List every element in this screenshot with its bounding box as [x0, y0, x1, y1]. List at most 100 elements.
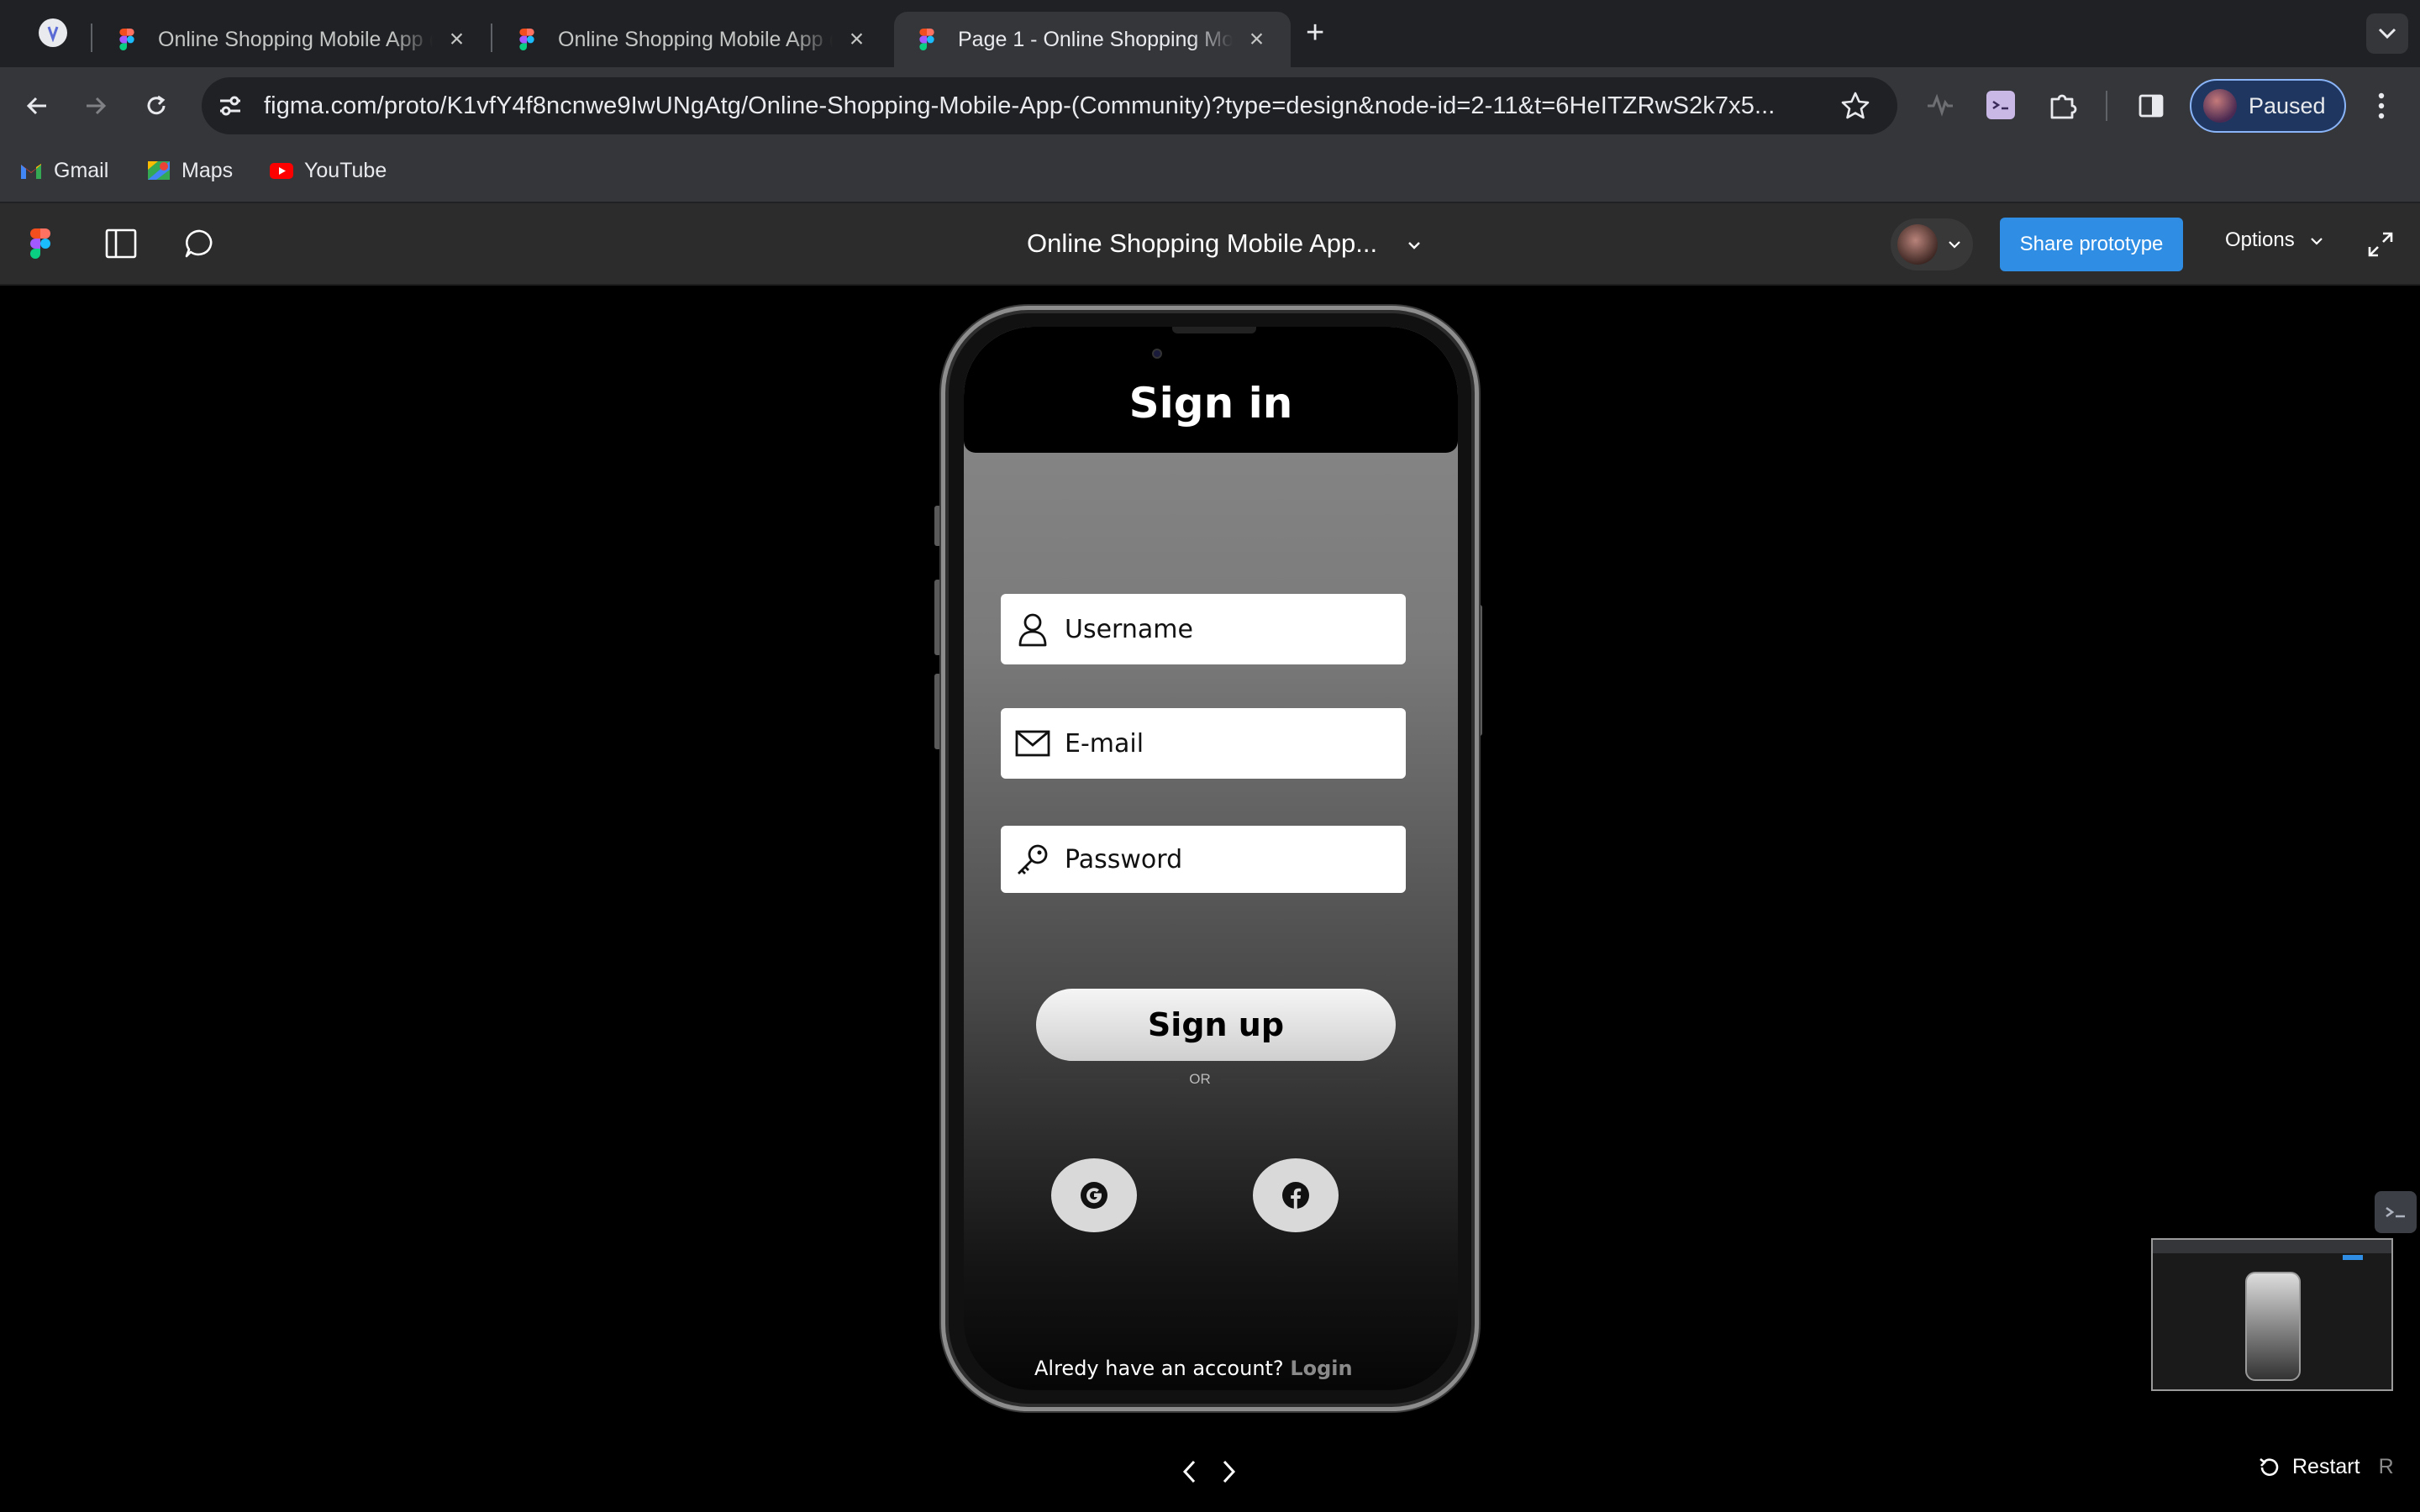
extensions-puzzle-icon[interactable] — [2047, 89, 2079, 125]
bookmark-gmail[interactable]: Gmail — [18, 158, 108, 183]
devtools-toggle-icon[interactable] — [2375, 1191, 2417, 1233]
preview-browser-chrome — [2153, 1240, 2391, 1253]
file-title-menu[interactable]: Online Shopping Mobile App... — [1027, 228, 1422, 259]
password-placeholder: Password — [1065, 844, 1183, 874]
tab-search-button[interactable] — [2366, 13, 2408, 54]
address-bar[interactable]: figma.com/proto/K1vfY4f8ncnwe9IwUNgAtg/O… — [202, 77, 1897, 134]
chevron-down-icon — [1949, 241, 1960, 249]
divider-line — [1221, 1079, 1381, 1080]
bookmark-label: Gmail — [54, 158, 109, 182]
forward-button[interactable] — [74, 84, 118, 128]
key-icon — [1014, 841, 1051, 878]
account-prompt-text: Alredy have an account? — [1034, 1357, 1284, 1380]
bookmark-maps[interactable]: Maps — [146, 158, 233, 183]
login-link[interactable]: Login — [1290, 1357, 1352, 1380]
arrow-right-icon — [87, 97, 107, 115]
user-icon — [1014, 611, 1051, 648]
extension-devtools-icon[interactable] — [1986, 91, 2015, 119]
comment-icon[interactable] — [183, 227, 217, 265]
options-label: Options — [2225, 228, 2295, 251]
page-title: Sign in — [1128, 379, 1293, 428]
gmail-icon — [18, 158, 44, 183]
tab-close-icon[interactable]: × — [445, 25, 469, 54]
email-placeholder: E-mail — [1065, 728, 1144, 759]
or-divider: OR — [1019, 1071, 1381, 1088]
preview-phone — [2245, 1272, 2301, 1381]
back-button[interactable] — [15, 84, 59, 128]
screen-share-preview[interactable] — [2151, 1238, 2393, 1391]
sidebar-toggle-icon[interactable] — [104, 227, 138, 265]
fullscreen-icon[interactable] — [2366, 230, 2395, 263]
phone-side-button — [934, 506, 941, 546]
figma-favicon-icon — [916, 29, 938, 50]
maps-icon — [146, 158, 171, 183]
account-prompt: Alredy have an account? Login — [964, 1357, 1458, 1380]
browser-toolbar: figma.com/proto/K1vfY4f8ncnwe9IwUNgAtg/O… — [0, 67, 2420, 144]
phone-side-button — [934, 580, 941, 655]
sign-up-button[interactable]: Sign up — [1036, 989, 1396, 1061]
extension-activity-icon[interactable] — [1926, 92, 1954, 122]
share-prototype-button[interactable]: Share prototype — [2000, 218, 2183, 271]
chevron-left-icon — [1182, 1460, 1196, 1483]
bookmarks-bar: Gmail Maps YouTube — [0, 144, 2420, 203]
profile-status-label: Paused — [2249, 92, 2326, 118]
next-frame-button[interactable] — [1212, 1455, 1245, 1488]
tab-3-active[interactable]: Page 1 - Online Shopping Mob × — [894, 12, 1291, 67]
phone-speaker — [1172, 327, 1256, 333]
tab-title: Online Shopping Mobile App ( — [558, 27, 834, 51]
prototype-canvas: Sign in Username E-mail Password Sign up… — [0, 286, 2420, 1512]
tab-title: Online Shopping Mobile App ( — [158, 27, 434, 51]
browser-app-icon[interactable] — [39, 18, 67, 47]
arrow-left-icon — [26, 97, 46, 115]
file-title: Online Shopping Mobile App... — [1027, 228, 1378, 258]
chevron-right-icon — [1223, 1460, 1236, 1483]
avatar — [1897, 224, 1938, 265]
bookmark-star-icon[interactable] — [1840, 91, 1870, 125]
chevron-down-icon — [1407, 241, 1420, 249]
username-field[interactable]: Username — [1001, 594, 1406, 664]
new-tab-button[interactable]: + — [1306, 15, 1324, 51]
options-menu[interactable]: Options — [2225, 228, 2323, 252]
tab-title: Page 1 - Online Shopping Mob — [958, 27, 1234, 51]
figma-logo-icon[interactable] — [30, 228, 50, 263]
site-info-icon[interactable] — [217, 92, 244, 123]
figma-favicon-icon — [516, 29, 538, 50]
divider-label: OR — [1189, 1071, 1211, 1087]
restart-shortcut: R — [2378, 1455, 2394, 1478]
previous-frame-button[interactable] — [1173, 1455, 1207, 1488]
browser-tab-strip: Online Shopping Mobile App ( × Online Sh… — [0, 0, 2420, 67]
tab-close-icon[interactable]: × — [844, 25, 869, 54]
profile-button[interactable]: Paused — [2190, 79, 2346, 133]
tab-2[interactable]: Online Shopping Mobile App ( × — [494, 12, 891, 67]
username-placeholder: Username — [1065, 614, 1193, 644]
chevron-down-icon — [2311, 237, 2323, 245]
chevron-down-icon — [2378, 28, 2396, 39]
google-icon — [1081, 1182, 1107, 1209]
reload-button[interactable] — [134, 84, 178, 128]
phone-frame: Sign in Username E-mail Password Sign up… — [941, 306, 1479, 1411]
bookmark-label: Maps — [182, 158, 234, 182]
side-panel-icon[interactable] — [2138, 92, 2165, 123]
google-login-button[interactable] — [1051, 1158, 1137, 1232]
preview-accent-button — [2343, 1255, 2363, 1260]
screen-header: Sign in — [964, 327, 1458, 453]
restart-label: Restart — [2292, 1455, 2360, 1478]
url-text: figma.com/proto/K1vfY4f8ncnwe9IwUNgAtg/O… — [264, 92, 1776, 119]
camera-dot — [1152, 349, 1162, 359]
restart-icon — [2260, 1457, 2279, 1476]
viewers-avatar-button[interactable] — [1891, 218, 1973, 270]
app-screen: Sign in Username E-mail Password Sign up… — [964, 327, 1458, 1390]
toolbar-divider — [2106, 91, 2107, 121]
password-field[interactable]: Password — [1001, 826, 1406, 893]
facebook-login-button[interactable] — [1253, 1158, 1339, 1232]
phone-side-button — [934, 674, 941, 749]
divider-line — [1019, 1079, 1179, 1080]
restart-button[interactable]: Restart R — [2257, 1455, 2394, 1479]
bookmark-label: YouTube — [304, 158, 387, 182]
tab-close-icon[interactable]: × — [1244, 25, 1269, 54]
tab-1[interactable]: Online Shopping Mobile App ( × — [94, 12, 491, 67]
browser-menu-icon[interactable] — [2373, 89, 2390, 127]
email-field[interactable]: E-mail — [1001, 708, 1406, 779]
mail-icon — [1014, 725, 1051, 762]
bookmark-youtube[interactable]: YouTube — [269, 158, 387, 183]
